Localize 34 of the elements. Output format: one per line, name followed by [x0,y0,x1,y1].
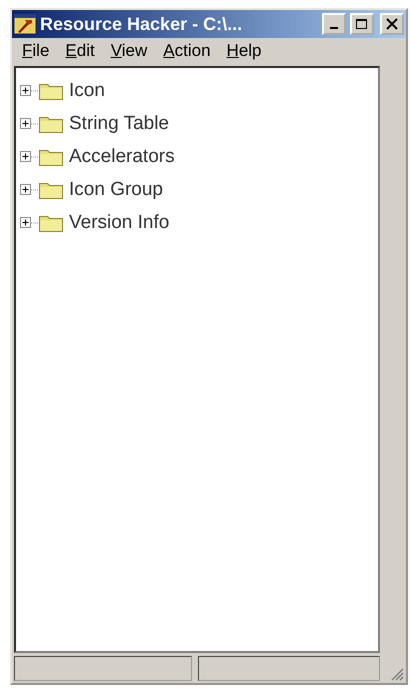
tree-connector-line [31,122,39,124]
minimize-button[interactable] [322,13,346,35]
resize-grip-icon [390,667,404,681]
tree-item[interactable]: Icon [67,80,107,102]
maximize-icon [355,18,369,30]
expand-icon[interactable] [20,85,31,96]
menu-item[interactable]: Action [157,39,217,63]
minimize-icon [330,27,338,29]
folder-icon [39,114,63,133]
tree-connector-line [31,156,39,158]
close-button[interactable] [380,13,404,35]
tree-connector-line [31,188,39,190]
menu-item[interactable]: Help [220,39,268,63]
close-icon [386,18,398,30]
tree-item[interactable]: Accelerators [67,146,177,168]
menu-item[interactable]: Edit [59,39,101,63]
tree-item[interactable]: Icon Group [67,178,165,200]
folder-icon [39,147,63,166]
folder-icon [39,213,63,232]
folder-icon [39,81,63,100]
expand-icon[interactable] [20,118,31,129]
tree-connector-line [31,90,39,92]
expand-icon[interactable] [20,217,31,228]
menu-item[interactable]: File [16,39,56,63]
window-title: Resource Hacker - C:\... [40,14,244,34]
app-icon [14,14,36,34]
tree-item[interactable]: Version Info [67,212,172,234]
expand-icon[interactable] [20,184,31,195]
tree-item[interactable]: String Table [67,112,171,134]
expand-icon[interactable] [20,151,31,162]
maximize-button[interactable] [350,13,374,35]
menu-item[interactable]: View [104,39,154,63]
tree-connector-line [31,222,39,224]
folder-icon [39,180,63,199]
